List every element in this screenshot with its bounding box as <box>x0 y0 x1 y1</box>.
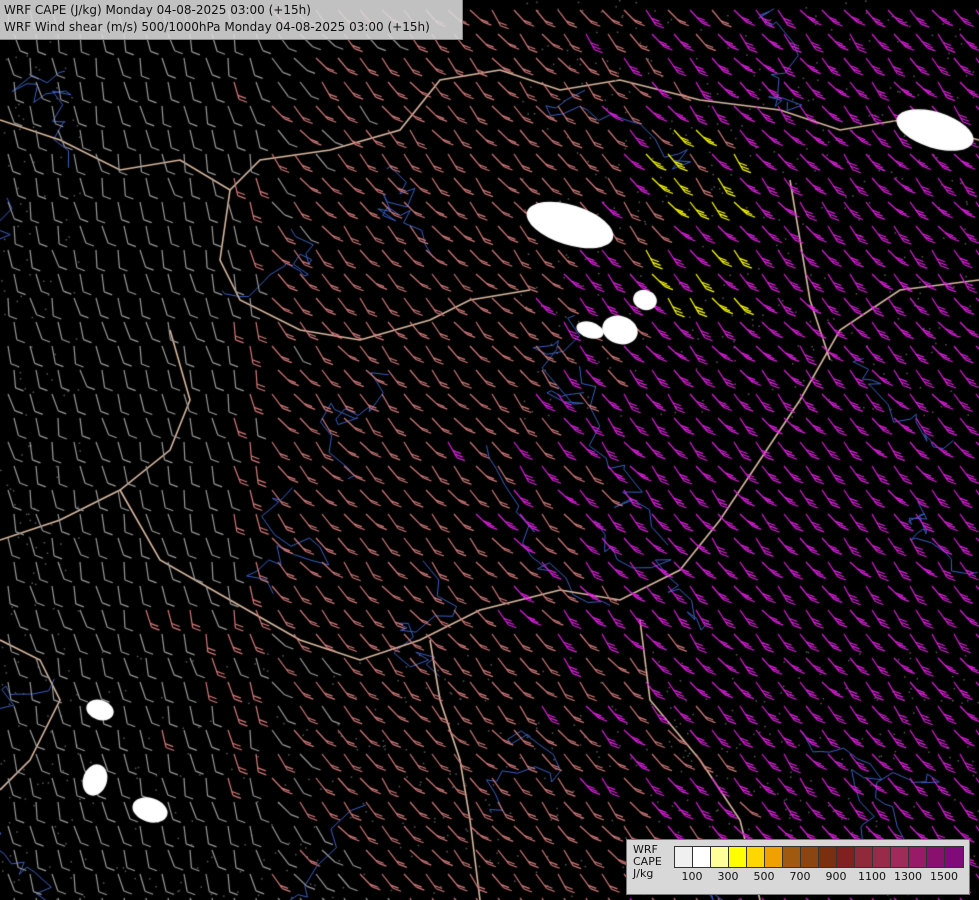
cape-title: WRF CAPE (J/kg) Monday 04-08-2025 03:00 … <box>4 3 311 17</box>
legend-tick: 1100 <box>858 870 886 883</box>
legend-swatch <box>819 847 837 867</box>
legend-tick: 1500 <box>930 870 958 883</box>
wind-shear-title: WRF Wind shear (m/s) 500/1000hPa Monday … <box>4 20 430 34</box>
map-title-box: WRF CAPE (J/kg) Monday 04-08-2025 03:00 … <box>0 0 463 40</box>
legend-tick: 900 <box>825 870 847 883</box>
legend-tick: 300 <box>717 870 739 883</box>
legend-tick-labels: 100 300 500 700 900 1100 1300 1500 <box>674 870 974 884</box>
legend-tick: 100 <box>681 870 703 883</box>
legend-tick: 500 <box>753 870 775 883</box>
legend-label: WRF CAPE J/kg <box>633 843 662 880</box>
legend-color-scale <box>674 846 964 868</box>
legend-swatch <box>855 847 873 867</box>
legend-swatch <box>927 847 945 867</box>
legend-swatch <box>783 847 801 867</box>
legend-tick: 700 <box>789 870 811 883</box>
legend-swatch <box>873 847 891 867</box>
legend-swatch <box>801 847 819 867</box>
weather-map-canvas <box>0 0 979 900</box>
legend-swatch <box>693 847 711 867</box>
legend-tick: 1300 <box>894 870 922 883</box>
legend-swatch <box>675 847 693 867</box>
legend-swatch <box>837 847 855 867</box>
legend-swatch <box>729 847 747 867</box>
cape-legend: WRF CAPE J/kg 100 300 500 700 900 1100 1300 150… <box>626 839 970 895</box>
legend-swatch <box>945 847 963 867</box>
legend-swatch <box>711 847 729 867</box>
legend-swatch <box>747 847 765 867</box>
legend-swatch <box>891 847 909 867</box>
legend-swatch <box>909 847 927 867</box>
legend-swatch <box>765 847 783 867</box>
